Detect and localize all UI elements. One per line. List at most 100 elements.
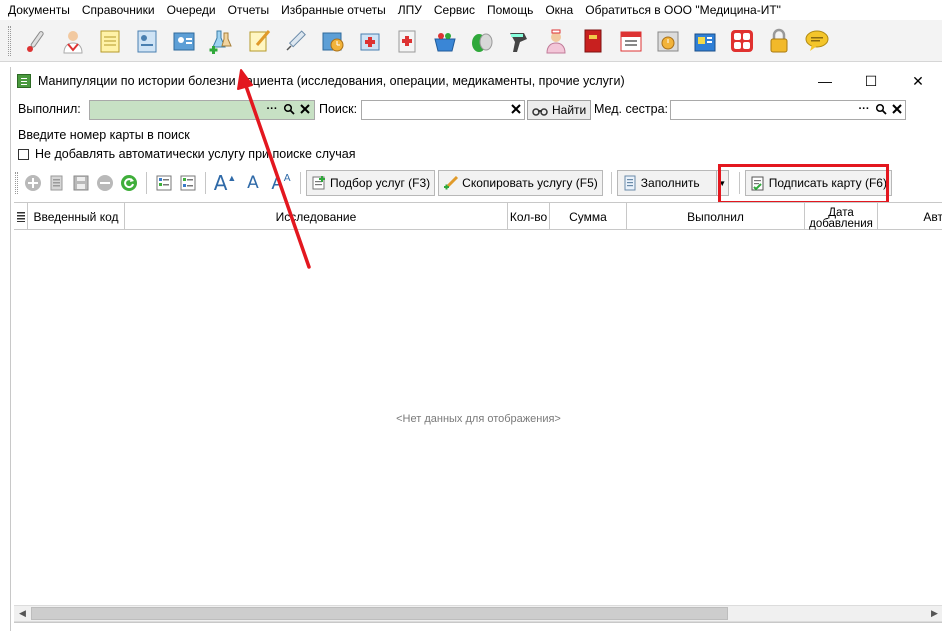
minimize-button[interactable]: — <box>802 67 848 95</box>
speech-bubble-icon[interactable] <box>801 25 833 57</box>
thermometer-icon[interactable] <box>20 25 52 57</box>
expand-list-icon[interactable] <box>154 172 174 194</box>
nurse-icon[interactable] <box>540 25 572 57</box>
column-date-added[interactable]: Дата добавления <box>805 203 878 230</box>
syringe-icon[interactable] <box>280 25 312 57</box>
copy-service-icon <box>444 175 459 190</box>
toolbar-separator <box>205 172 206 194</box>
performed-clear-icon[interactable] <box>297 100 313 118</box>
sign-card-label: Подписать карту (F6) <box>768 176 887 190</box>
font-increase-icon[interactable]: A ▲ <box>213 171 237 195</box>
medicine-box-icon[interactable] <box>354 25 386 57</box>
schedule-clock-icon[interactable] <box>652 25 684 57</box>
doctor-icon[interactable] <box>57 25 89 57</box>
menu-help[interactable]: Помощь <box>481 0 539 20</box>
toolbar-separator <box>738 172 740 194</box>
main-toolbar <box>0 20 942 62</box>
sign-card-button[interactable]: Подписать карту (F6) <box>744 170 892 196</box>
font-normal-icon[interactable]: A <box>241 172 265 194</box>
patient-card-icon[interactable] <box>131 25 163 57</box>
money-register-icon[interactable] <box>689 25 721 57</box>
search-label: Поиск: <box>319 102 358 116</box>
nurse-browse-button[interactable]: ··· <box>855 100 873 118</box>
column-chooser-icon[interactable] <box>14 203 28 230</box>
toolbar-separator <box>300 172 301 194</box>
menu-lpu[interactable]: ЛПУ <box>392 0 428 20</box>
toolbar-separator <box>146 172 147 194</box>
nurse-label: Мед. сестра: <box>594 102 669 116</box>
copy-service-label: Скопировать услугу (F5) <box>462 176 598 190</box>
performed-search-icon[interactable] <box>281 100 297 118</box>
patient-id-icon[interactable] <box>168 25 200 57</box>
menu-favorite-reports[interactable]: Избранные отчеты <box>275 0 392 20</box>
window-app-icon <box>17 74 31 88</box>
edit-document-icon[interactable] <box>47 172 67 194</box>
first-aid-icon[interactable] <box>391 25 423 57</box>
save-icon[interactable] <box>71 172 91 194</box>
refresh-icon[interactable] <box>119 172 139 194</box>
select-services-icon <box>312 176 325 190</box>
performed-browse-button[interactable]: ··· <box>263 100 281 118</box>
shopping-basket-icon[interactable] <box>429 25 461 57</box>
maximize-button[interactable]: ☐ <box>848 67 894 95</box>
font-decrease-icon[interactable]: AA <box>269 172 293 194</box>
search-clear-icon[interactable] <box>508 100 524 118</box>
select-services-button[interactable]: Подбор услуг (F3) <box>306 170 436 196</box>
column-entered-code[interactable]: Введенный код <box>28 203 125 230</box>
column-study[interactable]: Исследование <box>125 203 508 230</box>
toolbar-grip[interactable] <box>8 25 11 56</box>
window-title: Манипуляции по истории болезни пациента … <box>38 74 625 88</box>
column-performed[interactable]: Выполнил <box>627 203 805 230</box>
scroll-thumb[interactable] <box>31 607 728 620</box>
nurse-clear-icon[interactable] <box>889 100 905 118</box>
find-binoculars-icon <box>532 108 548 116</box>
menu-reports[interactable]: Отчеты <box>222 0 275 20</box>
menu-documents[interactable]: Документы <box>2 0 76 20</box>
card-number-hint: Введите номер карты в поиск <box>18 128 190 142</box>
pills-icon[interactable] <box>466 25 498 57</box>
column-sum[interactable]: Сумма <box>550 203 627 230</box>
search-field[interactable] <box>361 100 525 120</box>
padlock-icon[interactable] <box>763 25 795 57</box>
action-toolbar: A ▲ A AA Подбор услуг (F3) Скопировать ус… <box>11 167 942 199</box>
select-services-label: Подбор услуг (F3) <box>330 176 431 190</box>
fill-dropdown-chevron-down-icon[interactable]: ▼ <box>716 170 729 196</box>
nurse-search-icon[interactable] <box>873 100 889 118</box>
remove-icon[interactable] <box>95 172 115 194</box>
copy-service-button[interactable]: Скопировать услугу (F5) <box>438 170 603 196</box>
scroll-right-arrow-icon[interactable]: ▶ <box>926 606 942 621</box>
grid-header: Введенный код Исследование Кол-во Сумма … <box>14 203 942 230</box>
search-input[interactable] <box>362 101 524 119</box>
auto-service-option[interactable]: Не добавлять автоматически услугу при по… <box>18 147 356 161</box>
window-titlebar[interactable]: Манипуляции по истории болезни пациента … <box>11 67 942 95</box>
fill-button[interactable]: Заполнить <box>616 170 717 196</box>
find-button[interactable]: Найти <box>527 100 592 120</box>
barcode-scanner-icon[interactable] <box>503 25 535 57</box>
clock-calendar-icon[interactable] <box>317 25 349 57</box>
notebook-icon[interactable] <box>94 25 126 57</box>
column-quantity[interactable]: Кол-во <box>508 203 550 230</box>
apps-grid-icon[interactable] <box>726 25 758 57</box>
menu-windows[interactable]: Окна <box>539 0 579 20</box>
notepad-pencil-icon[interactable] <box>243 25 275 57</box>
calendar-sheet-icon[interactable] <box>615 25 647 57</box>
menu-contact-support[interactable]: Обратиться в ООО "Медицина-ИТ" <box>579 0 787 20</box>
scroll-left-arrow-icon[interactable]: ◀ <box>14 606 31 621</box>
column-auto[interactable]: Авт <box>878 203 942 230</box>
filter-row: Выполнил: ··· Поиск: Найти Мед. сестра: … <box>11 99 942 121</box>
horizontal-scrollbar[interactable]: ◀ ▶ <box>14 605 942 622</box>
close-button[interactable]: ✕ <box>895 67 941 95</box>
font-normal-glyph: A <box>247 173 259 193</box>
menu-directories[interactable]: Справочники <box>76 0 161 20</box>
red-book-icon[interactable] <box>577 25 609 57</box>
collapse-list-icon[interactable] <box>178 172 198 194</box>
add-icon[interactable] <box>23 172 43 194</box>
auto-service-checkbox[interactable] <box>18 148 29 160</box>
manipulations-window: Манипуляции по истории болезни пациента … <box>10 67 942 631</box>
menu-service[interactable]: Сервис <box>428 0 481 20</box>
menu-bar: Документы Справочники Очереди Отчеты Изб… <box>0 0 942 20</box>
toolbar-separator <box>610 172 612 194</box>
menu-queues[interactable]: Очереди <box>161 0 222 20</box>
lab-flasks-add-icon[interactable] <box>206 25 238 57</box>
action-toolbar-grip[interactable] <box>15 172 18 194</box>
